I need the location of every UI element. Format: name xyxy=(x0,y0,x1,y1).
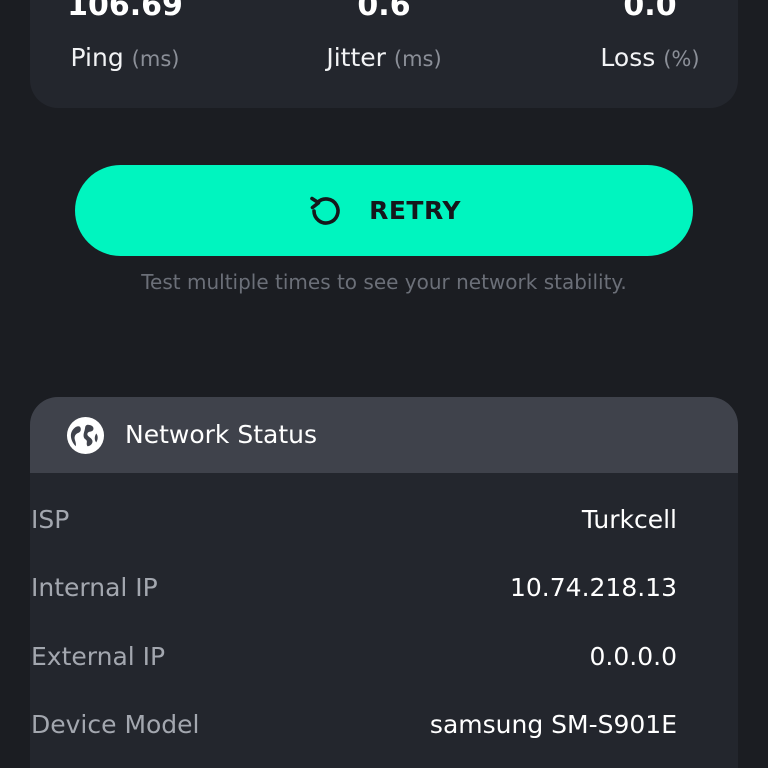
device-model-label: Device Model xyxy=(31,710,200,739)
external-ip-label: External IP xyxy=(31,642,166,671)
speed-test-result-screen: 106.69 Ping (ms) 0.6 Jitter (ms) 0.0 Los… xyxy=(0,0,768,768)
loss-label-group: Loss (%) xyxy=(550,42,750,75)
jitter-label: Jitter xyxy=(326,43,386,72)
jitter-label-group: Jitter (ms) xyxy=(284,42,484,75)
retry-label: RETRY xyxy=(369,196,461,225)
device-model-value: samsung SM-S901E xyxy=(429,710,677,739)
ping-label: Ping xyxy=(70,43,124,72)
ping-metric: 106.69 Ping (ms) xyxy=(25,0,225,108)
retry-hint: Test multiple times to see your network … xyxy=(141,270,627,294)
isp-label: ISP xyxy=(31,505,70,534)
network-status-header: Network Status xyxy=(30,397,738,473)
ping-label-group: Ping (ms) xyxy=(25,42,225,75)
jitter-value: 0.6 xyxy=(357,0,411,23)
metrics-card: 106.69 Ping (ms) 0.6 Jitter (ms) 0.0 Los… xyxy=(30,0,738,108)
status-row-device-model: Device Model samsung SM-S901E xyxy=(0,691,708,759)
jitter-metric: 0.6 Jitter (ms) xyxy=(284,0,484,108)
ping-value: 106.69 xyxy=(67,0,183,23)
loss-value: 0.0 xyxy=(623,0,677,23)
external-ip-value: 0.0.0.0 xyxy=(589,642,677,671)
status-row-external-ip: External IP 0.0.0.0 xyxy=(0,623,708,691)
refresh-icon xyxy=(307,192,345,230)
jitter-unit: (ms) xyxy=(393,47,442,71)
internal-ip-value: 10.74.218.13 xyxy=(510,573,677,602)
status-row-internal-ip: Internal IP 10.74.218.13 xyxy=(0,554,708,622)
internal-ip-label: Internal IP xyxy=(31,573,158,602)
loss-metric: 0.0 Loss (%) xyxy=(550,0,750,108)
ping-unit: (ms) xyxy=(131,47,180,71)
retry-button[interactable]: RETRY xyxy=(75,165,693,256)
network-status-title: Network Status xyxy=(125,420,317,449)
globe-icon xyxy=(66,416,105,455)
isp-value: Turkcell xyxy=(581,505,677,534)
loss-label: Loss xyxy=(600,43,656,72)
status-row-isp: ISP Turkcell xyxy=(0,486,708,554)
loss-unit: (%) xyxy=(663,47,700,71)
